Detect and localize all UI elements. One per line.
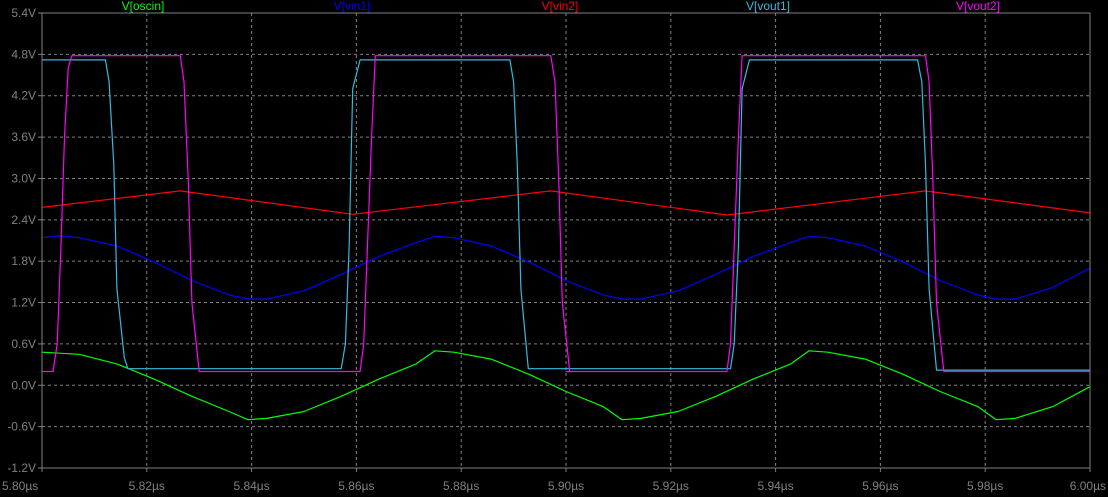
y-tick-label: 1.2V [11,296,36,310]
y-tick-label: 4.8V [11,47,36,61]
y-tick-label: 2.4V [11,213,36,227]
x-tick-label: 5.84µs [233,479,269,493]
x-tick-label: 5.88µs [443,479,479,493]
x-tick-label: 5.94µs [757,479,793,493]
legend-entry[interactable]: V[vout1] [746,0,790,13]
y-tick-label: 4.2V [11,89,36,103]
y-tick-label: -0.6V [7,420,36,434]
y-tick-label: 3.6V [11,130,36,144]
x-tick-label: 5.96µs [862,479,898,493]
y-tick-label: 5.4V [11,6,36,20]
waveform-plot[interactable]: -1.2V -0.6V 0.0V 0.6V 1.2V 1.8V 2.4V 3.0V 3.6V 4.… [0,0,1108,497]
x-tick-label: 5.86µs [338,479,374,493]
waveform-viewer: -1.2V -0.6V 0.0V 0.6V 1.2V 1.8V 2.4V 3.0V 3.6V 4.… [0,0,1108,497]
trace-v-vout1[interactable] [42,59,1090,371]
y-tick-label: 3.0V [11,171,36,185]
y-tick-label: 0.6V [11,337,36,351]
x-tick-label: 5.98µs [967,479,1003,493]
y-tick-label: 1.8V [11,254,36,268]
x-tick-label: 5.82µs [129,479,165,493]
legend-entry[interactable]: V[vin2] [542,0,579,13]
legend-entry[interactable]: V[oscin] [122,0,165,13]
legend-entry[interactable]: V[vin1] [334,0,371,13]
x-tick-label: 6.00µs [1070,479,1106,493]
x-tick-label: 5.92µs [653,479,689,493]
x-tick-label: 5.80µs [2,479,38,493]
legend-entry[interactable]: V[vout2] [956,0,1000,13]
y-tick-label: 0.0V [11,378,36,392]
legend-layer: V[oscin] V[vin1] V[vin2] V[vout1] V[vout2] [122,0,1000,13]
y-tick-label: -1.2V [7,461,36,475]
x-tick-label: 5.90µs [548,479,584,493]
